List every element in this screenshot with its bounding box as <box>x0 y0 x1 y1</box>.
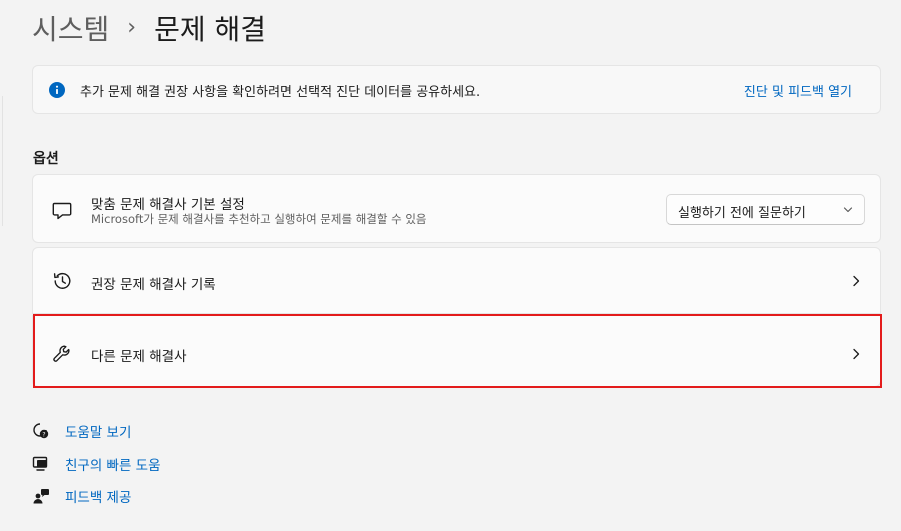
quick-assist-label: 친구의 빠른 도움 <box>65 458 161 474</box>
quick-assist-link[interactable]: 친구의 빠른 도움 <box>32 453 161 475</box>
give-feedback-link[interactable]: 피드백 제공 <box>32 485 131 507</box>
help-chat-icon: ? <box>33 423 49 438</box>
chevron-down-icon <box>843 207 853 213</box>
wrench-icon <box>53 345 70 362</box>
diagnostic-info-bar: 추가 문제 해결 권장 사항을 확인하려면 선택적 진단 데이터를 공유하세요.… <box>32 65 881 114</box>
open-diagnostics-feedback-link[interactable]: 진단 및 피드백 열기 <box>744 81 852 100</box>
get-help-link[interactable]: ? 도움말 보기 <box>32 420 131 442</box>
other-troubleshooters-title: 다른 문제 해결사 <box>91 349 187 365</box>
troubleshooter-preferences-card: 맞춤 문제 해결사 기본 설정 Microsoft가 문제 해결사를 추천하고 … <box>32 174 881 243</box>
give-feedback-label: 피드백 제공 <box>65 490 132 506</box>
info-message: 추가 문제 해결 권장 사항을 확인하려면 선택적 진단 데이터를 공유하세요. <box>80 85 481 100</box>
other-troubleshooters-item[interactable]: 다른 문제 해결사 <box>32 315 881 387</box>
dropdown-selected-value: 실행하기 전에 질문하기 <box>678 206 806 221</box>
chevron-right-icon <box>853 275 860 287</box>
chevron-right-icon <box>853 348 860 360</box>
preferences-title: 맞춤 문제 해결사 기본 설정 <box>91 197 245 213</box>
preferences-subtitle: Microsoft가 문제 해결사를 추천하고 실행하여 문제를 해결할 수 있… <box>91 212 427 226</box>
breadcrumb-system[interactable]: 시스템 <box>32 8 109 48</box>
chat-bubble-icon <box>52 202 72 220</box>
history-title: 권장 문제 해결사 기록 <box>91 277 216 293</box>
info-icon <box>49 82 65 98</box>
get-help-label: 도움말 보기 <box>65 425 132 441</box>
feedback-icon <box>33 489 49 504</box>
history-icon <box>53 272 71 289</box>
page-title: 문제 해결 <box>154 13 267 46</box>
remote-assist-icon <box>32 456 48 471</box>
recommended-troubleshooter-history-item[interactable]: 권장 문제 해결사 기록 <box>32 247 881 314</box>
svg-text:?: ? <box>42 431 45 438</box>
breadcrumb-separator: › <box>127 14 137 40</box>
troubleshooter-preference-dropdown[interactable]: 실행하기 전에 질문하기 <box>666 194 865 225</box>
nav-edge-divider <box>0 96 3 226</box>
breadcrumb: 시스템 › 문제 해결 <box>32 8 266 48</box>
options-section-title: 옵션 <box>33 151 59 167</box>
